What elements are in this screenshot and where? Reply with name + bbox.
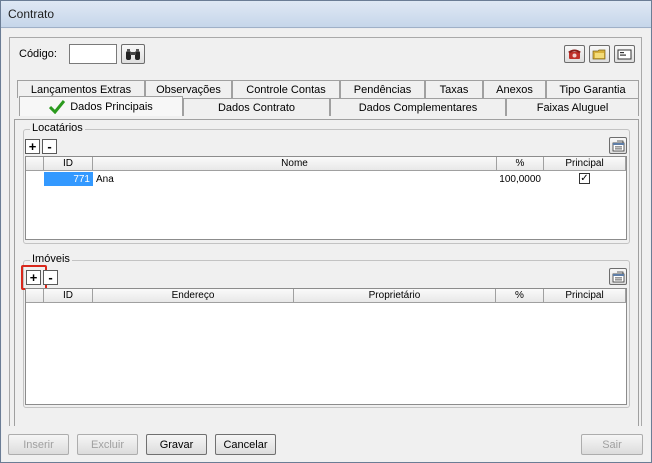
window-title: Contrato: [8, 7, 55, 21]
tab-body-dados-principais: Locatários + - ID Nome % Principal 771 A…: [14, 119, 639, 439]
sair-button[interactable]: Sair: [581, 434, 643, 455]
tab-tipo-garantia[interactable]: Tipo Garantia: [546, 80, 639, 98]
row-id-cell[interactable]: 771: [44, 172, 93, 186]
row-percent-cell[interactable]: 100,0000: [497, 172, 541, 186]
tab-controle-contas[interactable]: Controle Contas: [232, 80, 340, 98]
imoveis-export-button[interactable]: [609, 268, 627, 285]
tab-taxas[interactable]: Taxas: [425, 80, 483, 98]
tab-pendencias[interactable]: Pendências: [340, 80, 425, 98]
folder-button[interactable]: [589, 45, 610, 63]
search-button[interactable]: [121, 44, 145, 64]
locatarios-col-id[interactable]: ID: [44, 157, 93, 171]
card-icon: [617, 49, 632, 60]
tab-dados-complementares[interactable]: Dados Complementares: [330, 98, 506, 116]
imoveis-col-endereco[interactable]: Endereço: [93, 289, 294, 303]
tab-anexos[interactable]: Anexos: [483, 80, 546, 98]
checkmark-icon: [49, 99, 66, 114]
codigo-input[interactable]: [69, 44, 117, 64]
remove-locatario-button[interactable]: -: [42, 139, 57, 154]
imoveis-group: Imóveis + - ID Endereço Proprietário % P…: [21, 253, 630, 408]
locatarios-export-button[interactable]: [609, 137, 627, 154]
title-bar: Contrato: [1, 1, 651, 28]
tab-dados-principais[interactable]: Dados Principais: [19, 96, 183, 116]
grid-corner: [26, 157, 44, 171]
row-nome-cell[interactable]: Ana: [96, 172, 496, 186]
client-area: Código: Lançamentos Extras Observações C…: [2, 29, 650, 462]
imoveis-col-id[interactable]: ID: [44, 289, 93, 303]
locatarios-group: Locatários + - ID Nome % Principal 771 A…: [23, 122, 630, 244]
row-principal-checkbox[interactable]: ✓: [579, 173, 590, 184]
tab-dados-contrato[interactable]: Dados Contrato: [183, 98, 330, 116]
imoveis-grid[interactable]: ID Endereço Proprietário % Principal: [25, 288, 627, 405]
grid-corner: [26, 289, 44, 303]
codigo-label: Código:: [19, 48, 57, 60]
imoveis-col-percent[interactable]: %: [496, 289, 544, 303]
locatarios-col-percent[interactable]: %: [497, 157, 544, 171]
locatarios-grid[interactable]: ID Nome % Principal 771 Ana 100,0000 ✓: [25, 156, 627, 240]
excluir-button[interactable]: Excluir: [77, 434, 138, 455]
remove-imovel-button[interactable]: -: [43, 270, 58, 285]
imoveis-col-principal[interactable]: Principal: [544, 289, 626, 303]
phone-button[interactable]: [564, 45, 585, 63]
folder-icon: [592, 49, 606, 60]
imoveis-title: Imóveis: [30, 253, 72, 265]
contrato-window: Contrato Código: Lançamentos Extras Obse…: [0, 0, 652, 463]
card-button[interactable]: [614, 45, 635, 63]
add-locatario-button[interactable]: +: [25, 139, 40, 154]
locatarios-col-nome[interactable]: Nome: [93, 157, 497, 171]
gravar-button[interactable]: Gravar: [146, 434, 207, 455]
locatarios-col-principal[interactable]: Principal: [544, 157, 626, 171]
export-icon: [612, 271, 624, 282]
footer-bar: Inserir Excluir Gravar Cancelar Sair: [2, 426, 650, 462]
tab-faixas-aluguel[interactable]: Faixas Aluguel: [506, 98, 639, 116]
cancelar-button[interactable]: Cancelar: [215, 434, 276, 455]
locatarios-title: Locatários: [30, 122, 85, 134]
add-imovel-button[interactable]: +: [26, 270, 41, 285]
inserir-button[interactable]: Inserir: [8, 434, 69, 455]
binoculars-icon: [126, 48, 140, 60]
phone-icon: [568, 49, 581, 59]
export-icon: [612, 140, 624, 151]
imoveis-col-proprietario[interactable]: Proprietário: [294, 289, 496, 303]
